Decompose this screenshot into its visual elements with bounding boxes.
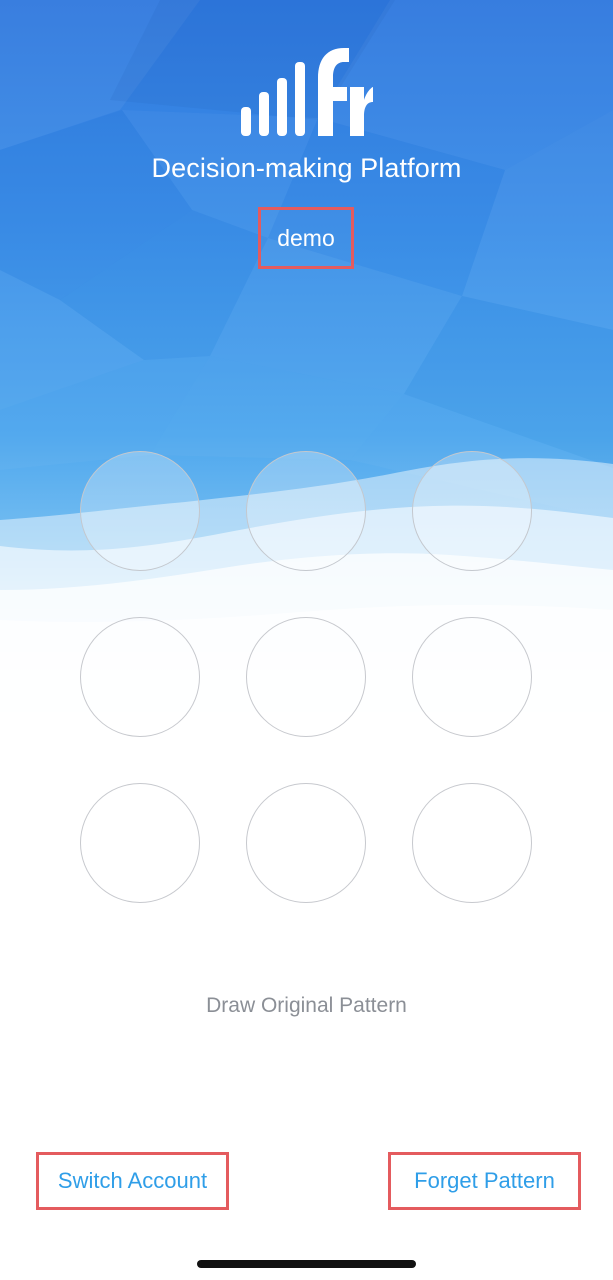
brand-logo-icon (241, 44, 373, 139)
pattern-node-8[interactable] (246, 783, 366, 903)
pattern-node-4[interactable] (80, 617, 200, 737)
pattern-node-1[interactable] (80, 451, 200, 571)
pattern-node-5[interactable] (246, 617, 366, 737)
pattern-node-9[interactable] (412, 783, 532, 903)
pattern-node-6[interactable] (412, 617, 532, 737)
pattern-lock-grid[interactable] (80, 451, 533, 904)
pattern-lock-screen: Decision-making Platform demo Draw Origi… (0, 0, 613, 1280)
switch-account-link[interactable]: Switch Account (36, 1152, 229, 1210)
home-indicator (197, 1260, 416, 1268)
current-account-name: demo (258, 207, 354, 269)
pattern-node-7[interactable] (80, 783, 200, 903)
pattern-instruction: Draw Original Pattern (206, 994, 407, 1017)
pattern-node-2[interactable] (246, 451, 366, 571)
pattern-node-3[interactable] (412, 451, 532, 571)
platform-title: Decision-making Platform (151, 153, 462, 183)
forget-pattern-link[interactable]: Forget Pattern (388, 1152, 581, 1210)
